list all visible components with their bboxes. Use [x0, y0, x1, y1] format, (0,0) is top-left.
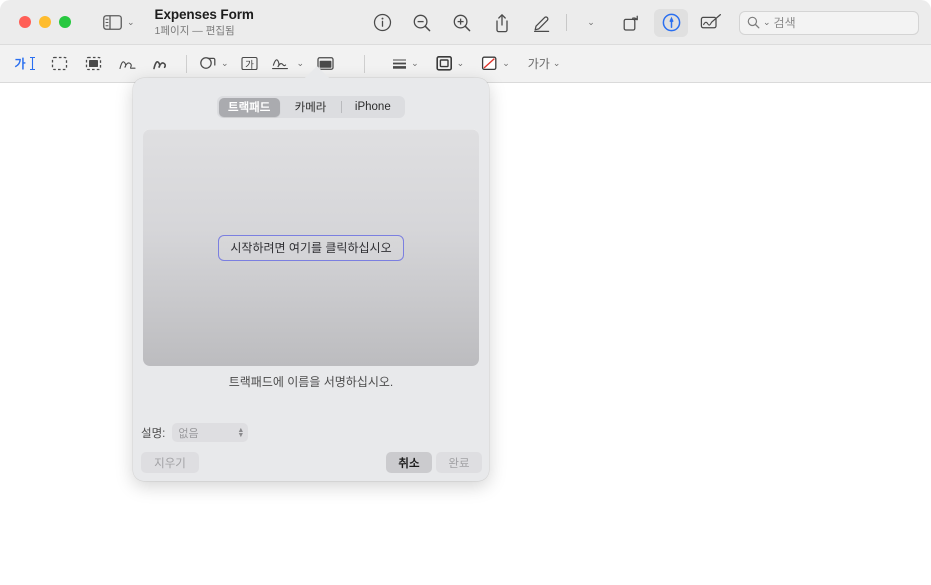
i-beam-icon: [29, 56, 35, 71]
zoom-out-icon[interactable]: [405, 9, 439, 37]
search-input[interactable]: ⌄ 검색: [739, 10, 919, 35]
shapes-chevron-down-icon[interactable]: ⌄: [221, 59, 229, 68]
rectangular-selection-tool[interactable]: [46, 51, 72, 77]
clear-button[interactable]: 지우기: [141, 452, 199, 473]
line-style-icon: [393, 59, 407, 69]
markup-pen-chevron[interactable]: ⌄: [574, 9, 608, 37]
start-prompt-button[interactable]: 시작하려면 여기를 클릭하십시오: [218, 234, 404, 261]
document-title-block: Expenses Form 1페이지 — 편집됨: [155, 5, 254, 39]
minimize-window-button[interactable]: [39, 16, 51, 28]
trackpad-signature-pad[interactable]: 시작하려면 여기를 클릭하십시오: [143, 129, 479, 366]
text-style-chevron-down-icon[interactable]: ⌄: [553, 59, 561, 68]
close-window-button[interactable]: [19, 16, 31, 28]
draw-tool[interactable]: [148, 51, 174, 77]
border-color-chevron-down-icon[interactable]: ⌄: [457, 59, 465, 68]
sketch-tool[interactable]: [114, 51, 140, 77]
shape-style-chevron-down-icon[interactable]: ⌄: [411, 59, 419, 68]
traffic-light-group: [19, 16, 71, 28]
capture-source-segmented-control: 트랙패드 카메라 iPhone: [217, 96, 405, 118]
markup-divider-2: [364, 54, 366, 73]
info-icon[interactable]: [365, 9, 399, 37]
description-value: 없음: [178, 427, 199, 440]
sidebar-toggle-button[interactable]: ⌄: [103, 14, 135, 30]
description-label: 설명:: [141, 427, 166, 440]
shape-style-tool[interactable]: ⌄: [391, 51, 419, 77]
description-popup-button[interactable]: 없음 ▲ ▼: [172, 423, 249, 442]
fill-color-icon: [482, 56, 497, 71]
signature-toolbar-icon[interactable]: [694, 9, 728, 37]
text-selection-tool[interactable]: 가: [12, 51, 38, 77]
fill-color-tool[interactable]: ⌄: [480, 51, 510, 77]
markup-pen-icon[interactable]: [525, 9, 559, 37]
rotate-icon[interactable]: [614, 9, 648, 37]
page-title: Expenses Form: [154, 6, 254, 22]
signature-icon: [271, 59, 288, 70]
toolbar-divider: [566, 14, 567, 31]
text-style-tool[interactable]: 가가 ⌄: [528, 51, 561, 77]
segment-trackpad[interactable]: 트랙패드: [218, 97, 280, 117]
search-icon: [747, 16, 760, 29]
border-color-tool[interactable]: ⌄: [435, 51, 465, 77]
popover-arrow: [305, 66, 329, 78]
search-placeholder: 검색: [773, 16, 796, 30]
preview-window: ⌄ Expenses Form 1페이지 — 편집됨 ⌄ ⌄ 검색 가 ⌄ 가 …: [0, 0, 931, 585]
description-row: 설명: 없음 ▲ ▼: [141, 423, 249, 442]
annotate-icon[interactable]: [654, 8, 688, 37]
sidebar-icon: [103, 14, 122, 30]
signature-hint-text: 트랙패드에 이름을 서명하십시오.: [228, 375, 394, 389]
fill-color-chevron-down-icon[interactable]: ⌄: [502, 59, 510, 68]
shapes-tool[interactable]: ⌄: [199, 51, 229, 77]
text-selection-tool-label: 가: [14, 57, 26, 71]
signature-capture-popover: 트랙패드 카메라 iPhone 시작하려면 여기를 클릭하십시오 트랙패드에 이…: [133, 78, 489, 481]
rectangular-selection-icon: [51, 56, 67, 71]
window-titlebar: ⌄ Expenses Form 1페이지 — 편집됨 ⌄ ⌄ 검색: [0, 0, 931, 45]
draw-icon: [152, 61, 166, 70]
segment-iphone[interactable]: iPhone: [342, 98, 403, 117]
instant-alpha-tool[interactable]: [80, 51, 106, 77]
border-color-icon: [436, 55, 452, 71]
text-tool[interactable]: 가: [237, 51, 263, 77]
document-subtitle: 1페이지 — 편집됨: [154, 24, 235, 37]
instant-alpha-icon: [85, 56, 101, 71]
text-style-label: 가가: [527, 57, 550, 71]
sketch-icon: [118, 61, 136, 70]
segment-camera[interactable]: 카메라: [280, 98, 341, 117]
zoom-window-button[interactable]: [59, 16, 71, 28]
text-tool-label: 가: [245, 59, 254, 71]
cancel-button[interactable]: 취소: [386, 452, 432, 473]
markup-divider: [186, 54, 187, 73]
search-chevron-down-icon[interactable]: ⌄: [763, 18, 771, 27]
done-button[interactable]: 완료: [436, 452, 482, 473]
signature-chevron-down-icon[interactable]: ⌄: [297, 59, 305, 68]
toolbar-right-group: ⌄ ⌄ 검색: [362, 0, 931, 45]
stepper-icon[interactable]: ▲ ▼: [237, 427, 245, 439]
stepper-down-icon: ▼: [237, 431, 245, 439]
chevron-down-icon[interactable]: ⌄: [127, 17, 135, 27]
zoom-in-icon[interactable]: [445, 9, 479, 37]
signature-tool[interactable]: ⌄: [271, 51, 305, 77]
share-icon[interactable]: [485, 9, 519, 37]
shapes-icon: [200, 57, 216, 69]
